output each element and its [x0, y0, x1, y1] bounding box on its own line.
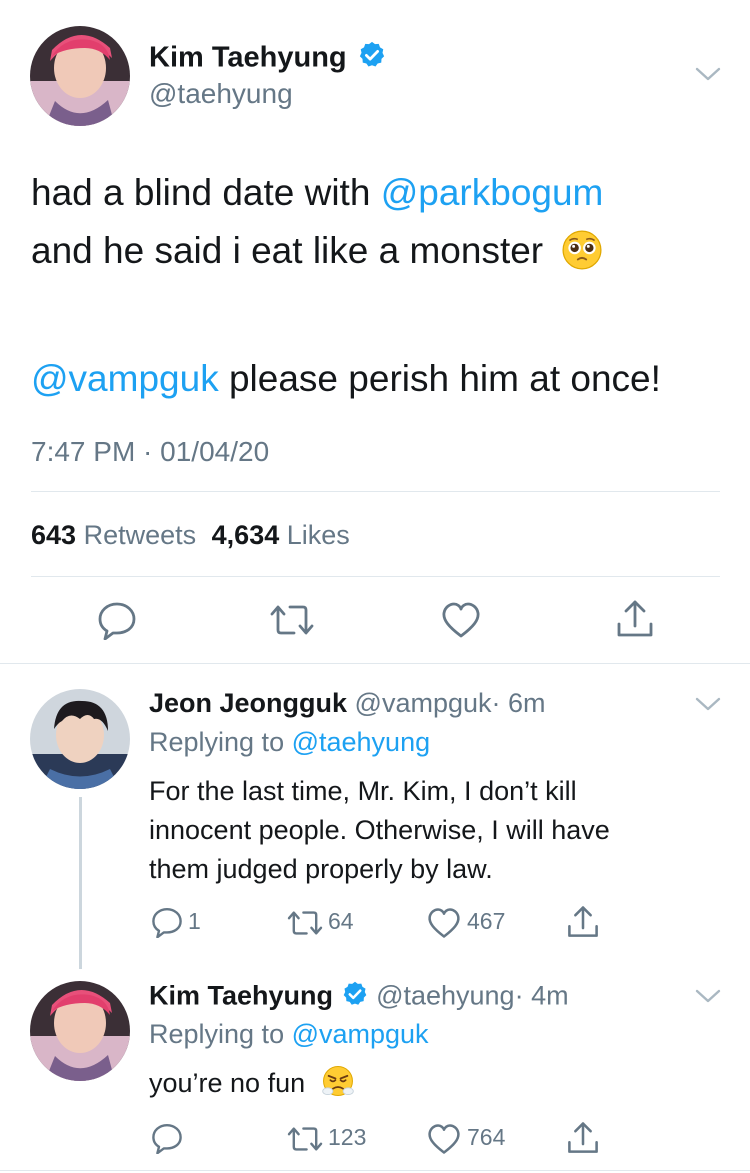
share-icon[interactable] — [566, 1120, 600, 1156]
thread-line — [79, 797, 82, 969]
like-label[interactable]: Likes — [287, 520, 350, 550]
reply-author-avatar[interactable] — [30, 981, 130, 1081]
divider — [31, 491, 720, 492]
bottom-divider — [0, 1170, 750, 1171]
retweet-count[interactable]: 123 — [328, 1124, 366, 1151]
share-icon[interactable] — [615, 598, 655, 640]
reply-time[interactable]: · 6m — [492, 688, 546, 718]
replying-to-mention[interactable]: @taehyung — [292, 727, 431, 757]
reply-count[interactable]: 1 — [188, 908, 201, 935]
replying-to-mention[interactable]: @vampguk — [292, 1019, 429, 1049]
tweet-line-2: and he said i eat like a monster — [31, 222, 731, 288]
retweet-label[interactable]: Retweets — [84, 520, 197, 550]
tweet-text: had a blind date with @parkbogum and he … — [31, 164, 731, 408]
verified-badge-icon — [357, 40, 387, 78]
chevron-down-icon[interactable] — [693, 984, 723, 1008]
like-heart-icon[interactable] — [427, 1123, 461, 1155]
author-handle[interactable]: @taehyung — [149, 78, 293, 110]
retweet-count[interactable]: 643 — [31, 520, 76, 550]
tweet-timestamp[interactable]: 7:47 PM · 01/04/20 — [31, 436, 269, 468]
tweet-line-1: had a blind date with @parkbogum — [31, 172, 604, 213]
like-heart-icon[interactable] — [427, 907, 461, 939]
engagement-stats: 643 Retweets 4,634 Likes — [31, 520, 350, 551]
reply-author-avatar[interactable] — [30, 689, 130, 789]
mention-link[interactable]: @vampguk — [31, 358, 219, 399]
share-icon[interactable] — [566, 904, 600, 940]
reply-header: Jeon Jeongguk @vampguk· 6m — [149, 688, 546, 719]
reply-time[interactable]: · 4m — [515, 981, 569, 1011]
chevron-down-icon[interactable] — [693, 692, 723, 716]
reply-icon[interactable] — [151, 1122, 183, 1154]
divider — [31, 576, 720, 577]
retweet-icon[interactable] — [287, 907, 323, 939]
like-heart-icon[interactable] — [441, 601, 481, 639]
like-count[interactable]: 764 — [467, 1124, 505, 1151]
replying-to: Replying to @taehyung — [149, 727, 431, 757]
author-avatar[interactable] — [30, 26, 130, 126]
reply-author-handle[interactable]: @taehyung — [376, 981, 515, 1011]
replying-to: Replying to @vampguk — [149, 1019, 429, 1049]
retweet-icon[interactable] — [287, 1123, 323, 1155]
mention-link[interactable]: @parkbogum — [381, 172, 604, 213]
retweet-icon[interactable] — [270, 600, 314, 640]
verified-badge-icon — [341, 980, 369, 1015]
chevron-down-icon[interactable] — [693, 62, 723, 86]
reply-text: For the last time, Mr. Kim, I don’t kill… — [149, 776, 610, 884]
reply-author-handle[interactable]: @vampguk — [355, 688, 492, 718]
pleading-face-emoji-icon — [561, 229, 603, 288]
tweet-line-3: @vampguk please perish him at once! — [31, 358, 661, 399]
reply-icon[interactable] — [97, 600, 137, 640]
author-name[interactable]: Kim Taehyung — [149, 40, 387, 78]
author-name-text[interactable]: Kim Taehyung — [149, 42, 347, 74]
section-divider — [0, 663, 750, 664]
reply-icon[interactable] — [151, 906, 183, 938]
reply-author-name[interactable]: Kim Taehyung — [149, 981, 333, 1011]
steam-face-emoji-icon — [321, 1064, 355, 1109]
like-count[interactable]: 467 — [467, 908, 505, 935]
reply-header: Kim Taehyung @taehyung· 4m — [149, 980, 569, 1015]
like-count[interactable]: 4,634 — [212, 520, 280, 550]
reply-text: you’re no fun — [149, 1064, 355, 1109]
retweet-count[interactable]: 64 — [328, 908, 354, 935]
reply-author-name[interactable]: Jeon Jeongguk — [149, 688, 347, 718]
